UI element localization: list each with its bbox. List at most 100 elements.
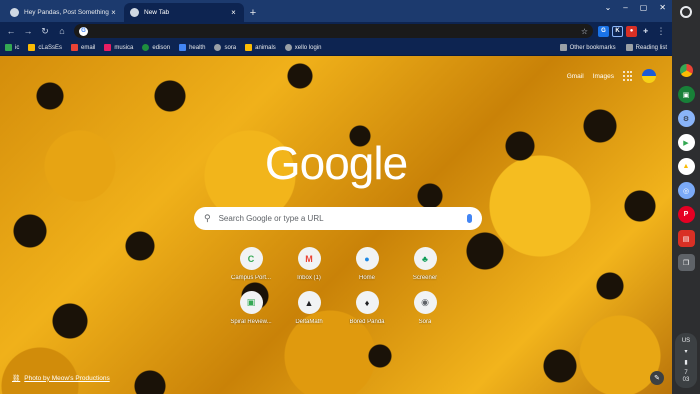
shortcut-label: Sora [418,319,432,325]
window-controls: ⌄ – ▢ ✕ [605,3,666,12]
close-window-icon[interactable]: ✕ [659,3,666,12]
document-icon [179,44,187,51]
bookmark-xello[interactable]: xello login [284,44,321,51]
bookmark-label: musica [114,44,134,51]
address-bar[interactable]: G ☆ [74,24,593,38]
bookmark-ic[interactable]: ic [5,44,19,51]
shortcut-spiral-review[interactable]: ▣ Spiral Review... [222,291,280,325]
drive-icon[interactable]: ▲ [677,158,695,175]
record-icon[interactable]: ● [626,25,637,37]
shortcut-label: Spiral Review... [230,319,272,325]
browser-window: Hey Pandas, Post Something Th × New Tab … [0,0,672,394]
gmail-link[interactable]: Gmail [567,73,584,80]
customize-pencil-icon[interactable]: ✎ [650,371,664,385]
shortcut-label: Bored Panda [349,319,385,325]
shortcut-bored-panda[interactable]: ♦ Bored Panda [338,291,396,325]
minimize-icon[interactable]: – [623,3,627,12]
chrome-icon[interactable] [677,62,695,79]
bookmark-star-icon[interactable]: ☆ [581,27,588,36]
close-tab-icon[interactable]: × [229,8,238,17]
edison-icon [142,44,150,51]
bookmark-label: sora [224,44,237,51]
bookmark-label: email [81,44,96,51]
tab-strip: Hey Pandas, Post Something Th × New Tab … [0,0,672,22]
shortcut-screener[interactable]: ♣ Screener [396,247,454,281]
search-box[interactable]: ⚲ Search Google or type a URL [194,207,482,230]
home-icon[interactable]: ⌂ [55,24,69,38]
shortcut-home[interactable]: ● Home [338,247,396,281]
bored-panda-icon: ♦ [355,291,379,314]
puzzle-icon[interactable]: ✚ [640,26,651,37]
launcher-icon[interactable] [680,6,692,18]
bookmarks-right: Other bookmarks Reading list [559,44,667,51]
shortcut-inbox[interactable]: M Inbox (1) [280,247,338,281]
screencast-icon[interactable]: ▤ [677,230,695,247]
bored-panda-favicon-icon [10,8,19,17]
folder-icon [28,44,36,51]
bookmark-musica[interactable]: musica [104,44,133,51]
pinterest-icon[interactable]: P [677,206,695,223]
google-g-icon: G [79,26,88,36]
bookmark-edison[interactable]: edison [142,44,170,51]
google-translate-icon[interactable]: G [598,25,609,37]
bookmark-label: health [189,44,206,51]
forward-icon[interactable]: → [21,24,35,38]
shelf-apps: ▣ ⚙ ▶ ▲ ◎ P ▤ ❐ [677,62,695,271]
bookmark-health[interactable]: health [179,44,205,51]
classroom-icon: ▣ [239,291,263,314]
bookmark-classes[interactable]: cLaSsEs [28,44,62,51]
tab-new-tab[interactable]: New Tab × [124,3,244,22]
account-avatar[interactable] [642,69,656,83]
reading-list-label: Reading list [635,44,667,51]
globe-icon [284,44,292,51]
photo-credit-link[interactable]: ⛓ Photo by Meow's Productions [12,374,110,383]
reading-list[interactable]: Reading list [625,44,667,51]
k-icon[interactable]: K [612,25,623,37]
globe-icon [214,44,222,51]
bookmark-label: ic [15,44,20,51]
shortcut-campus-portal[interactable]: C Campus Port... [222,247,280,281]
new-tab-button[interactable]: + [244,3,262,22]
bookmark-label: cLaSsEs [38,44,63,51]
tab-hey-pandas[interactable]: Hey Pandas, Post Something Th × [4,3,124,22]
settings-icon[interactable]: ⚙ [677,110,695,127]
bookmark-sora[interactable]: sora [214,44,236,51]
new-tab-page: Gmail Images Google ⚲ Search Google or t… [0,56,672,394]
link-icon: ⛓ [12,375,21,382]
battery-icon: ▮ [684,360,688,366]
gmail-icon: M [297,247,321,270]
images-link[interactable]: Images [593,73,614,80]
toolbar: ← → ↻ ⌂ G ☆ G K ● ✚ ⋮ [0,22,672,40]
photo-app-icon[interactable]: ◎ [677,182,695,199]
window-icon[interactable]: ❐ [677,254,695,271]
shortcut-deltamath[interactable]: ▲ DeltaMath [280,291,338,325]
search-icon: ⚲ [204,213,211,223]
folder-icon [559,44,567,51]
graduation-cap-icon: ▲ [297,291,321,314]
tab-title: New Tab [144,9,170,16]
bookmark-email[interactable]: email [71,44,95,51]
shortcut-label: DeltaMath [295,319,323,325]
classroom-icon[interactable]: ▣ [677,86,695,103]
menu-icon[interactable]: ⋮ [654,24,668,38]
reload-icon[interactable]: ↻ [38,24,52,38]
shortcut-sora[interactable]: ◉ Sora [396,291,454,325]
apps-grid-icon[interactable] [623,71,633,81]
tab-search-icon[interactable]: ⌄ [605,3,612,12]
status-tray[interactable]: US ▾ ▮ 7 03 [675,333,697,388]
folder-icon [245,44,253,51]
google-logo: Google [264,137,408,189]
close-tab-icon[interactable]: × [109,8,118,17]
keyboard-language: US [681,338,691,344]
back-icon[interactable]: ← [4,24,18,38]
clock-hour: 7 [684,370,688,376]
chrome-favicon-icon [130,8,139,17]
shortcut-label: Screener [412,275,438,281]
gmail-icon [71,44,79,51]
microphone-icon[interactable] [467,214,472,223]
other-bookmarks[interactable]: Other bookmarks [559,44,616,51]
play-store-icon[interactable]: ▶ [677,134,695,151]
bookmark-label: animals [255,44,276,51]
bookmark-animals[interactable]: animals [245,44,276,51]
maximize-icon[interactable]: ▢ [640,3,648,12]
